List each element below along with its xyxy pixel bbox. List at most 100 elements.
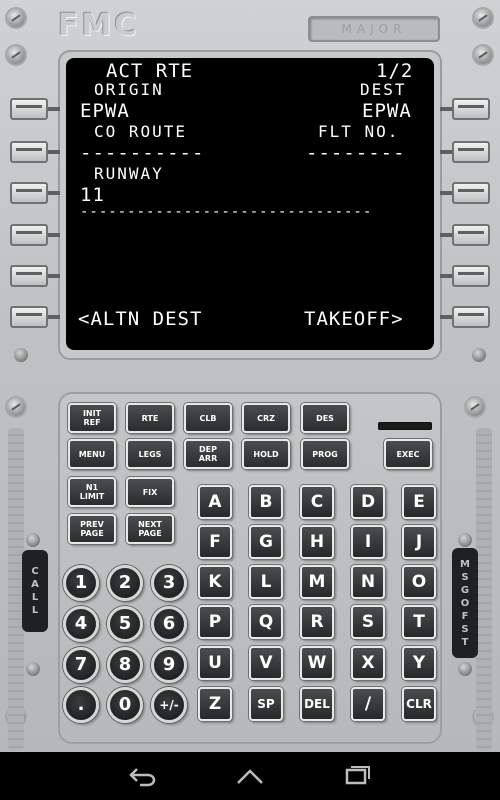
key-r[interactable]: R — [300, 605, 334, 639]
lsk-4l-button[interactable] — [10, 224, 48, 246]
msg-ofst-annunciator: MSGOFST — [452, 548, 478, 658]
origin-label: ORIGIN — [94, 80, 164, 99]
bolt-icon — [458, 662, 472, 676]
key-v[interactable]: V — [249, 646, 283, 680]
key-k[interactable]: K — [198, 565, 232, 599]
recent-apps-icon[interactable] — [342, 765, 372, 787]
key-7[interactable]: 7 — [63, 647, 99, 683]
lsk-6l-button[interactable] — [10, 306, 48, 328]
key-clear[interactable]: CLR — [402, 687, 436, 721]
lsk-3r-button[interactable] — [452, 182, 490, 204]
origin-value: EPWA — [80, 100, 130, 122]
key-b[interactable]: B — [249, 485, 283, 519]
key-i[interactable]: I — [351, 525, 385, 559]
key-6[interactable]: 6 — [151, 606, 187, 642]
lsk-1r-button[interactable] — [452, 98, 490, 120]
key-4[interactable]: 4 — [63, 606, 99, 642]
key-0[interactable]: 0 — [107, 687, 143, 723]
key-plus-minus[interactable]: +/- — [151, 687, 187, 723]
key-w[interactable]: W — [300, 646, 334, 680]
init-ref-key[interactable]: INIT REF — [68, 403, 116, 433]
bolt-icon — [14, 348, 28, 362]
key-space[interactable]: SP — [249, 687, 283, 721]
lsk-1l-button[interactable] — [10, 98, 48, 120]
key-h[interactable]: H — [300, 525, 334, 559]
key-8[interactable]: 8 — [107, 647, 143, 683]
menu-key[interactable]: MENU — [68, 439, 116, 469]
key-c[interactable]: C — [300, 485, 334, 519]
key-o[interactable]: O — [402, 565, 436, 599]
key-q[interactable]: Q — [249, 605, 283, 639]
key-s[interactable]: S — [351, 605, 385, 639]
key-t[interactable]: T — [402, 605, 436, 639]
key-x[interactable]: X — [351, 646, 385, 680]
key-y[interactable]: Y — [402, 646, 436, 680]
cdu-screen: ACT RTE 1/2 ORIGIN DEST EPWA EPWA CO ROU… — [66, 58, 434, 350]
key-slash[interactable]: / — [351, 687, 385, 721]
prev-page-key[interactable]: PREV PAGE — [68, 514, 116, 544]
lsk-3l-button[interactable] — [10, 182, 48, 204]
home-icon[interactable] — [235, 765, 265, 787]
fmc-app: FMC MAJOR ACT RTE 1/2 ORIGIN DEST EPWA E… — [0, 0, 500, 800]
lsk-2l-button[interactable] — [10, 141, 48, 163]
lsk-6r-button[interactable] — [452, 306, 490, 328]
prog-key[interactable]: PROG — [301, 439, 349, 469]
dest-label: DEST — [360, 80, 407, 99]
side-rail — [476, 428, 492, 750]
screw-icon — [7, 46, 25, 64]
n1-limit-key[interactable]: N1 LIMIT — [68, 477, 116, 507]
back-arrow-icon[interactable] — [128, 765, 158, 787]
screw-icon — [7, 398, 25, 416]
lsk-5r-button[interactable] — [452, 265, 490, 287]
key-z[interactable]: Z — [198, 687, 232, 721]
key-2[interactable]: 2 — [107, 565, 143, 601]
bolt-icon — [458, 533, 472, 547]
key-n[interactable]: N — [351, 565, 385, 599]
system-nav-bar — [0, 752, 500, 800]
key-9[interactable]: 9 — [151, 647, 187, 683]
legs-key[interactable]: LEGS — [126, 439, 174, 469]
key-j[interactable]: J — [402, 525, 436, 559]
dep-arr-key[interactable]: DEP ARR — [184, 439, 232, 469]
lsk-stem — [440, 150, 452, 154]
runway-label: RUNWAY — [94, 164, 164, 183]
key-m[interactable]: M — [300, 565, 334, 599]
clb-key[interactable]: CLB — [184, 403, 232, 433]
key-5[interactable]: 5 — [107, 606, 143, 642]
key-e[interactable]: E — [402, 485, 436, 519]
fix-key[interactable]: FIX — [126, 477, 174, 507]
key-g[interactable]: G — [249, 525, 283, 559]
key-d[interactable]: D — [351, 485, 385, 519]
crz-key[interactable]: CRZ — [242, 403, 290, 433]
exec-key[interactable]: EXEC — [384, 439, 432, 469]
key-a[interactable]: A — [198, 485, 232, 519]
screw-icon — [474, 46, 492, 64]
rte-key[interactable]: RTE — [126, 403, 174, 433]
lsk-2r-button[interactable] — [452, 141, 490, 163]
key-l[interactable]: L — [249, 565, 283, 599]
lsk-stem — [440, 315, 452, 319]
next-page-key[interactable]: NEXT PAGE — [126, 514, 174, 544]
lsk-stem — [440, 191, 452, 195]
key-3[interactable]: 3 — [151, 565, 187, 601]
hold-key[interactable]: HOLD — [242, 439, 290, 469]
key-1[interactable]: 1 — [63, 565, 99, 601]
bolt-icon — [26, 533, 40, 547]
key-delete[interactable]: DEL — [300, 687, 334, 721]
lsk-stem — [48, 274, 60, 278]
flt-no-label: FLT NO. — [318, 122, 400, 141]
screw-icon — [7, 9, 25, 27]
lsk-stem — [48, 315, 60, 319]
key-p[interactable]: P — [198, 605, 232, 639]
des-key[interactable]: DES — [301, 403, 349, 433]
lsk-5l-button[interactable] — [10, 265, 48, 287]
key-f[interactable]: F — [198, 525, 232, 559]
separator-line: ------------------------------- — [80, 204, 373, 220]
key-decimal[interactable]: . — [63, 687, 99, 723]
major-badge: MAJOR — [308, 16, 440, 42]
key-u[interactable]: U — [198, 646, 232, 680]
altn-dest-prompt: <ALTN DEST — [78, 308, 203, 330]
page-title: ACT RTE — [106, 60, 194, 82]
lsk-4r-button[interactable] — [452, 224, 490, 246]
lsk-stem — [48, 107, 60, 111]
